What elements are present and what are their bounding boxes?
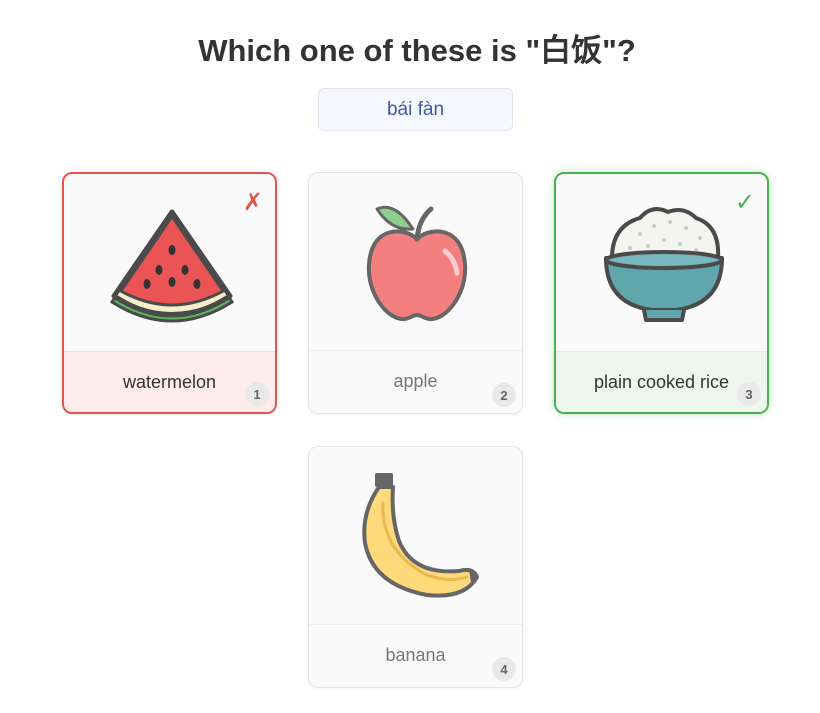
option-image (309, 447, 522, 624)
option-number-badge: 4 (492, 657, 516, 681)
option-image (309, 173, 522, 350)
banana-icon (362, 473, 479, 598)
option-label: watermelon (122, 371, 217, 392)
option-number-badge: 1 (245, 382, 269, 406)
option-number-badge: 3 (737, 382, 761, 406)
pinyin-text: bái fàn (386, 98, 445, 120)
option-label: apple (393, 370, 438, 391)
option-card-banana[interactable]: banana 4 (308, 446, 523, 688)
option-label-area: banana (309, 624, 522, 687)
option-label-area: watermelon (64, 351, 275, 412)
option-label-area: plain cooked rice (556, 351, 767, 412)
option-card-apple[interactable]: apple 2 (308, 172, 523, 414)
option-label: banana (385, 644, 446, 665)
option-card-rice[interactable]: ✓ plain cooked rice 3 (554, 172, 769, 414)
pinyin-hint[interactable]: bái fàn (318, 88, 513, 131)
option-card-watermelon[interactable]: ✗ watermelon 1 (62, 172, 277, 414)
option-number-badge: 2 (492, 383, 516, 407)
option-label-area: apple (309, 350, 522, 413)
wrong-mark-icon: ✗ (242, 189, 263, 216)
question-title: Which one of these is "白饭"? (198, 33, 636, 68)
option-label: plain cooked rice (593, 371, 730, 392)
correct-check-icon: ✓ (734, 189, 755, 216)
apple-icon (366, 205, 468, 322)
